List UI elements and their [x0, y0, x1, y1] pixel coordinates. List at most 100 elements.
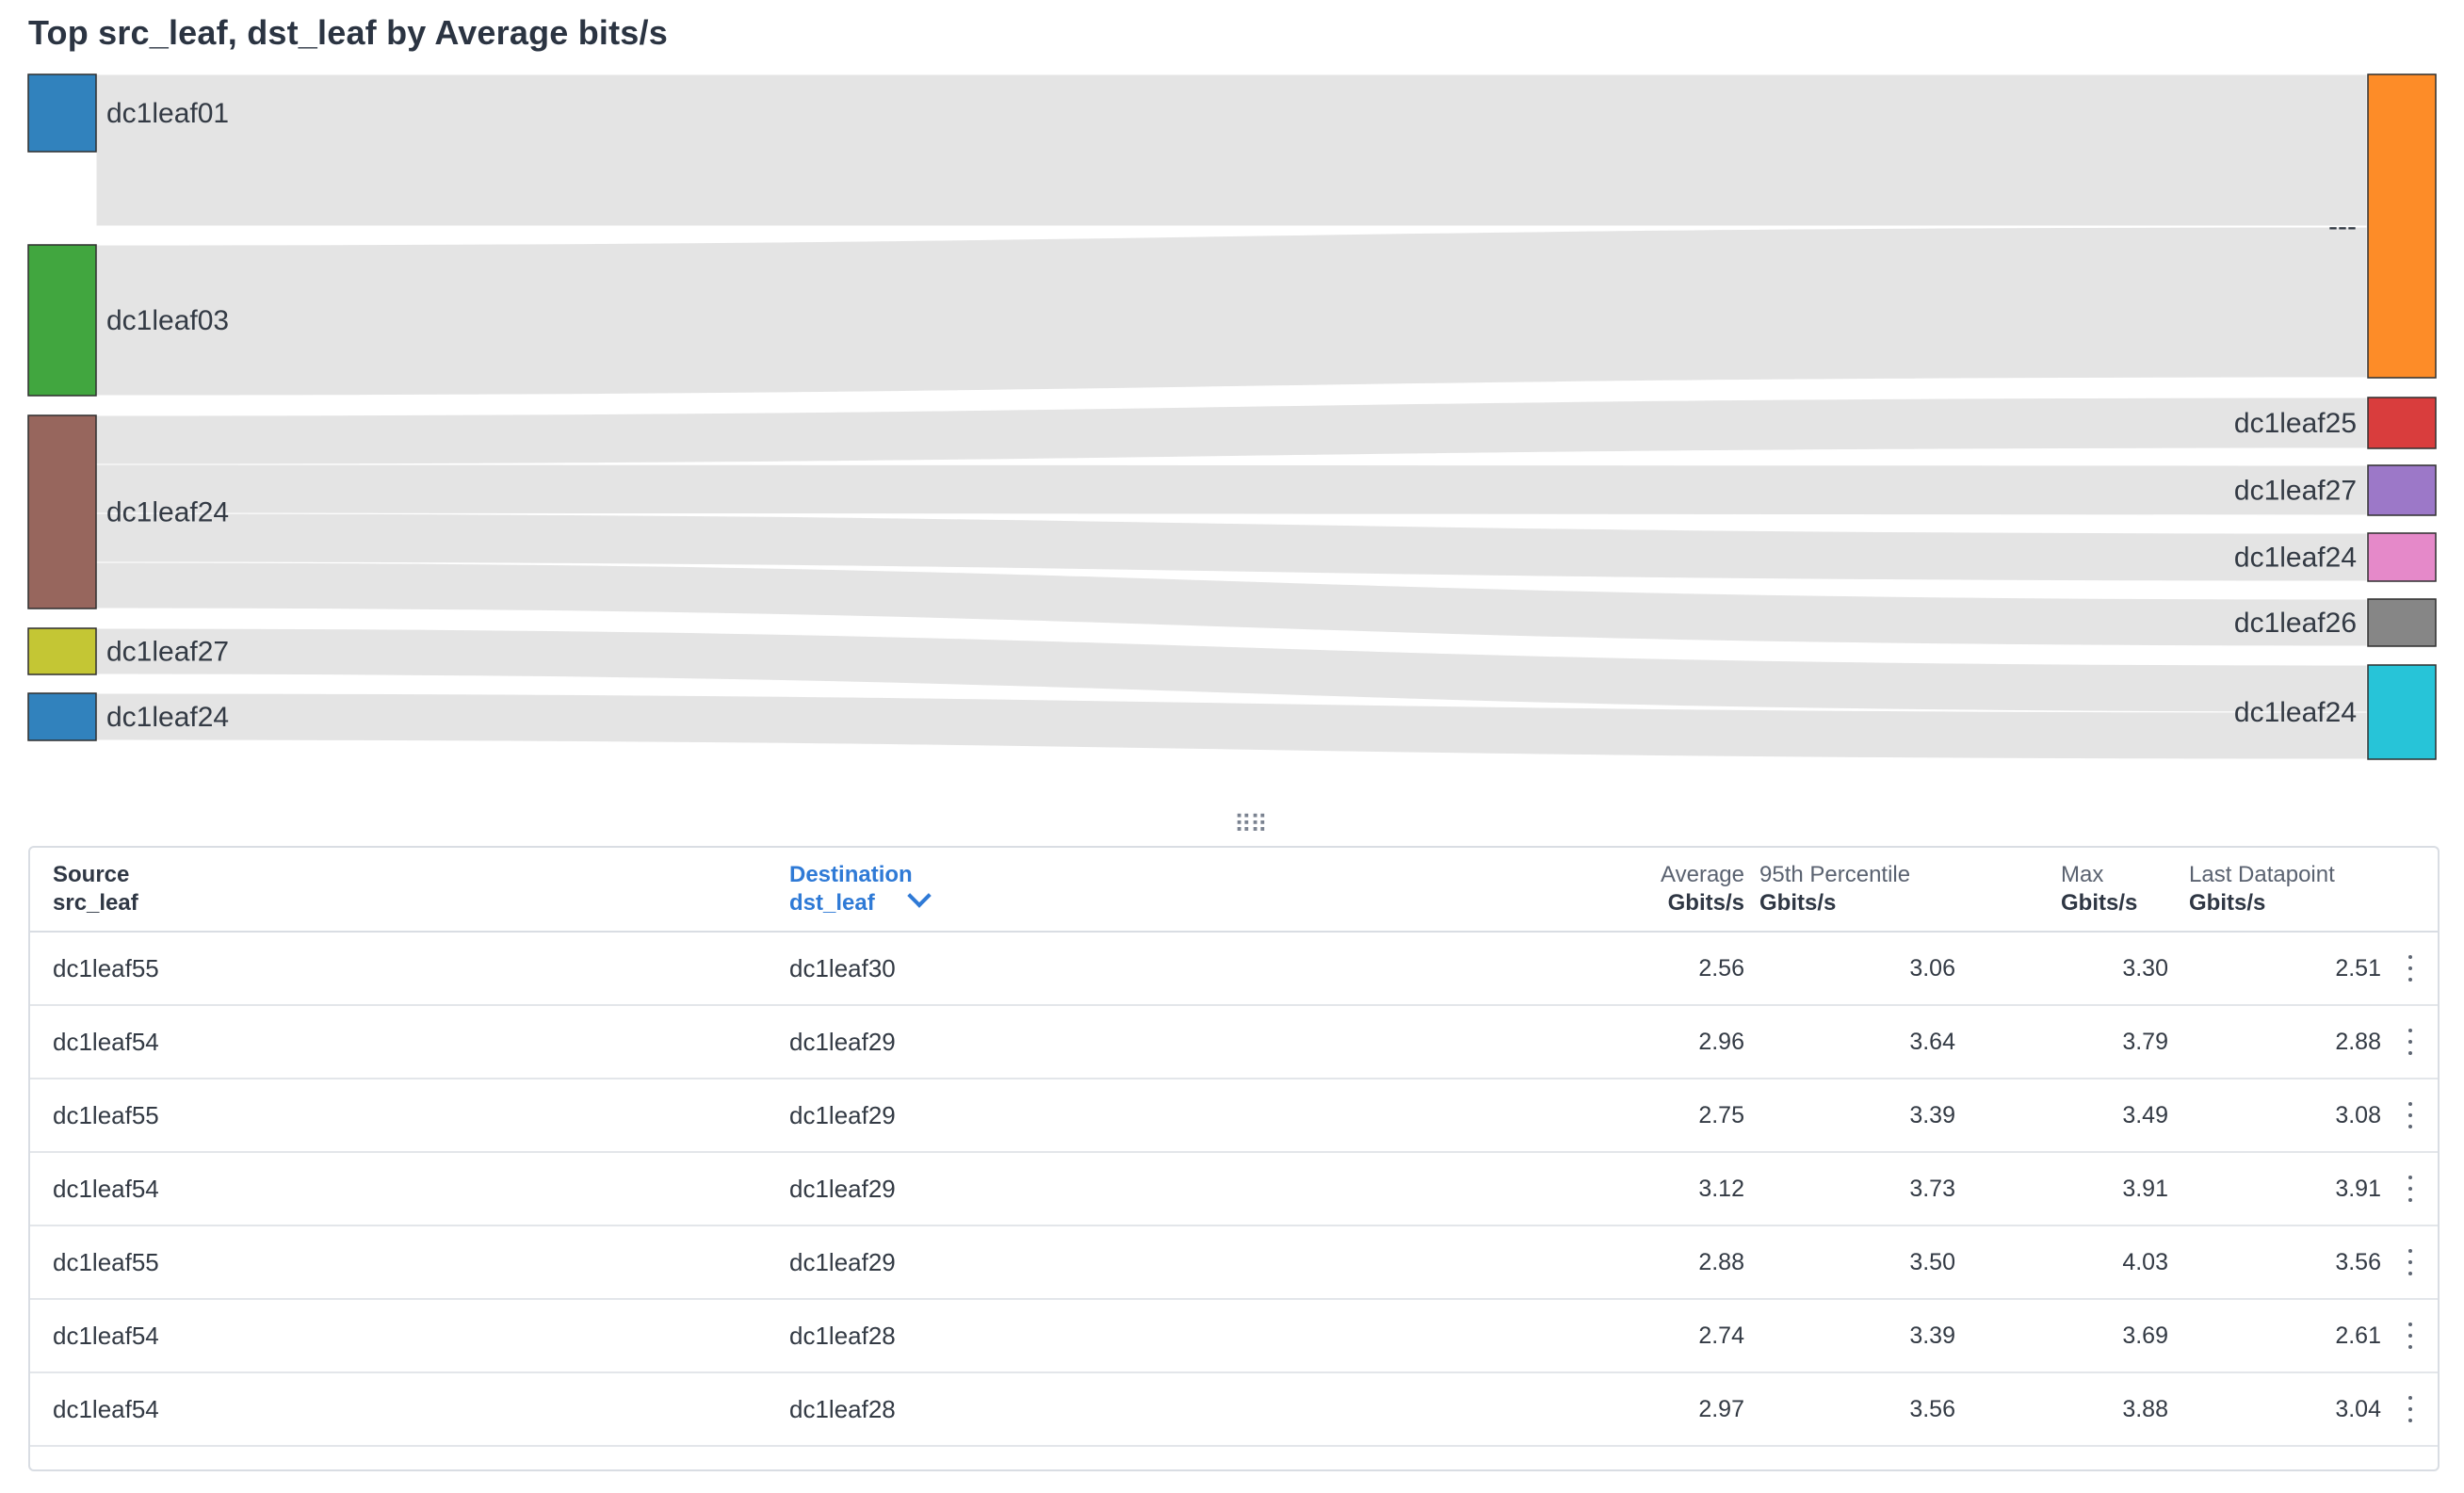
cell-destination: dc1leaf28: [789, 1395, 896, 1423]
sankey-source-label: dc1leaf01: [106, 98, 229, 129]
column-header-source-label: Source: [53, 862, 130, 887]
sankey-target-label: dc1leaf26: [2234, 608, 2357, 639]
cell-average: 3.12: [1698, 1176, 1744, 1202]
cell-last: 3.08: [2335, 1102, 2381, 1128]
cell-destination: dc1leaf29: [789, 1101, 896, 1129]
cell-max: 3.69: [2122, 1323, 2168, 1349]
row-menu-icon[interactable]: [2407, 1323, 2413, 1349]
row-menu-icon[interactable]: [2407, 1176, 2413, 1202]
sankey-target-node[interactable]: [2367, 598, 2437, 647]
table-row[interactable]: dc1leaf54 dc1leaf28 2.74 3.39 3.69 2.61: [30, 1300, 2438, 1373]
resize-handle-icon[interactable]: ⠿⠿: [1234, 810, 1268, 839]
row-menu-icon[interactable]: [2407, 1396, 2413, 1422]
cell-max: 3.30: [2122, 955, 2168, 982]
column-header-max-label: Max: [2061, 862, 2104, 887]
column-header-destination[interactable]: Destination dst_leaf: [789, 861, 1166, 917]
column-header-last-sublabel: Gbits/s: [2189, 890, 2266, 916]
cell-destination: dc1leaf29: [789, 1175, 896, 1203]
row-menu-icon[interactable]: [2407, 1249, 2413, 1275]
cell-p95: 3.64: [1909, 1029, 1955, 1055]
table-row[interactable]: dc1leaf55 dc1leaf30 2.56 3.06 3.30 2.51: [30, 933, 2438, 1006]
cell-p95: 3.39: [1909, 1102, 1955, 1128]
sankey-target-node[interactable]: [2367, 73, 2437, 379]
column-header-average-sublabel: Gbits/s: [1667, 890, 1744, 916]
sankey-source-node[interactable]: [27, 692, 97, 741]
sankey-target-node[interactable]: [2367, 532, 2437, 582]
sankey-link[interactable]: [95, 73, 2368, 227]
cell-p95: 3.73: [1909, 1176, 1955, 1202]
column-header-p95-sublabel: Gbits/s: [1759, 890, 1837, 916]
sankey-target-node[interactable]: [2367, 664, 2437, 760]
cell-destination: dc1leaf29: [789, 1028, 896, 1056]
cell-average: 2.88: [1698, 1249, 1744, 1275]
cell-source: dc1leaf55: [53, 1248, 159, 1276]
column-header-max[interactable]: Max Gbits/s: [2061, 861, 2174, 917]
sankey-source-label: dc1leaf03: [106, 305, 229, 336]
sankey-source-label: dc1leaf27: [106, 637, 229, 668]
sankey-target-label: dc1leaf24: [2234, 543, 2357, 574]
sankey-source-node[interactable]: [27, 73, 97, 153]
cell-source: dc1leaf54: [53, 1395, 159, 1423]
column-header-max-sublabel: Gbits/s: [2061, 890, 2138, 916]
column-header-average-label: Average: [1661, 862, 1744, 887]
cell-source: dc1leaf54: [53, 1175, 159, 1203]
cell-last: 2.51: [2335, 955, 2381, 982]
table-row[interactable]: dc1leaf54 dc1leaf29 2.96 3.64 3.79 2.88: [30, 1006, 2438, 1079]
column-header-destination-label: Destination: [789, 862, 913, 887]
cell-last: 2.88: [2335, 1029, 2381, 1055]
cell-source: dc1leaf54: [53, 1322, 159, 1350]
sankey-link[interactable]: [95, 397, 2368, 465]
sankey-source-label: dc1leaf24: [106, 702, 229, 733]
table-header: Source src_leaf Destination dst_leaf Ave…: [30, 848, 2438, 933]
cell-last: 2.61: [2335, 1323, 2381, 1349]
sankey-source-node[interactable]: [27, 627, 97, 675]
table-row[interactable]: dc1leaf54 dc1leaf28 2.97 3.56 3.88 3.04: [30, 1373, 2438, 1447]
cell-average: 2.74: [1698, 1323, 1744, 1349]
sankey-link[interactable]: [95, 463, 2368, 516]
row-menu-icon[interactable]: [2407, 1029, 2413, 1055]
cell-max: 3.49: [2122, 1102, 2168, 1128]
column-header-destination-sublabel-wrap: dst_leaf: [789, 884, 1166, 917]
cell-p95: 3.50: [1909, 1249, 1955, 1275]
cell-average: 2.97: [1698, 1396, 1744, 1422]
cell-destination: dc1leaf30: [789, 954, 896, 982]
row-menu-icon[interactable]: [2407, 1102, 2413, 1128]
column-header-p95[interactable]: 95th Percentile Gbits/s: [1759, 861, 2004, 917]
cell-average: 2.75: [1698, 1102, 1744, 1128]
column-header-source-sublabel: src_leaf: [53, 890, 138, 916]
cell-source: dc1leaf55: [53, 954, 159, 982]
cell-p95: 3.06: [1909, 955, 1955, 982]
cell-max: 3.88: [2122, 1396, 2168, 1422]
sankey-source-node[interactable]: [27, 244, 97, 397]
cell-destination: dc1leaf28: [789, 1322, 896, 1350]
table-row[interactable]: dc1leaf55 dc1leaf29 2.88 3.50 4.03 3.56: [30, 1226, 2438, 1300]
sankey-source-node[interactable]: [27, 414, 97, 609]
sort-descending-icon[interactable]: [906, 884, 932, 908]
cell-max: 3.79: [2122, 1029, 2168, 1055]
sankey-target-label: dc1leaf25: [2234, 408, 2357, 439]
cell-source: dc1leaf54: [53, 1028, 159, 1056]
sankey-target-label: dc1leaf27: [2234, 476, 2357, 507]
sankey-target-node[interactable]: [2367, 397, 2437, 449]
cell-last: 3.91: [2335, 1176, 2381, 1202]
cell-max: 3.91: [2122, 1176, 2168, 1202]
table-row[interactable]: dc1leaf55 dc1leaf29 2.75 3.39 3.49 3.08: [30, 1079, 2438, 1153]
cell-source: dc1leaf55: [53, 1101, 159, 1129]
column-header-source[interactable]: Source src_leaf: [53, 861, 430, 917]
data-table: Source src_leaf Destination dst_leaf Ave…: [28, 846, 2440, 1471]
table-row[interactable]: dc1leaf54 dc1leaf29 3.12 3.73 3.91 3.91: [30, 1153, 2438, 1226]
cell-last: 3.04: [2335, 1396, 2381, 1422]
column-header-last-label: Last Datapoint: [2189, 862, 2335, 887]
column-header-destination-sublabel: dst_leaf: [789, 890, 875, 916]
row-menu-icon[interactable]: [2407, 955, 2413, 982]
column-header-last-datapoint[interactable]: Last Datapoint Gbits/s: [2189, 861, 2396, 917]
cell-average: 2.56: [1698, 955, 1744, 982]
column-header-p95-label: 95th Percentile: [1759, 862, 1911, 887]
column-header-average[interactable]: Average Gbits/s: [1556, 861, 1744, 917]
cell-p95: 3.39: [1909, 1323, 1955, 1349]
sankey-target-node[interactable]: [2367, 464, 2437, 516]
sankey-link[interactable]: [95, 226, 2368, 397]
sankey-target-label: dc1leaf24: [2234, 697, 2357, 728]
cell-p95: 3.56: [1909, 1396, 1955, 1422]
sankey-target-label: ---: [2328, 211, 2357, 242]
